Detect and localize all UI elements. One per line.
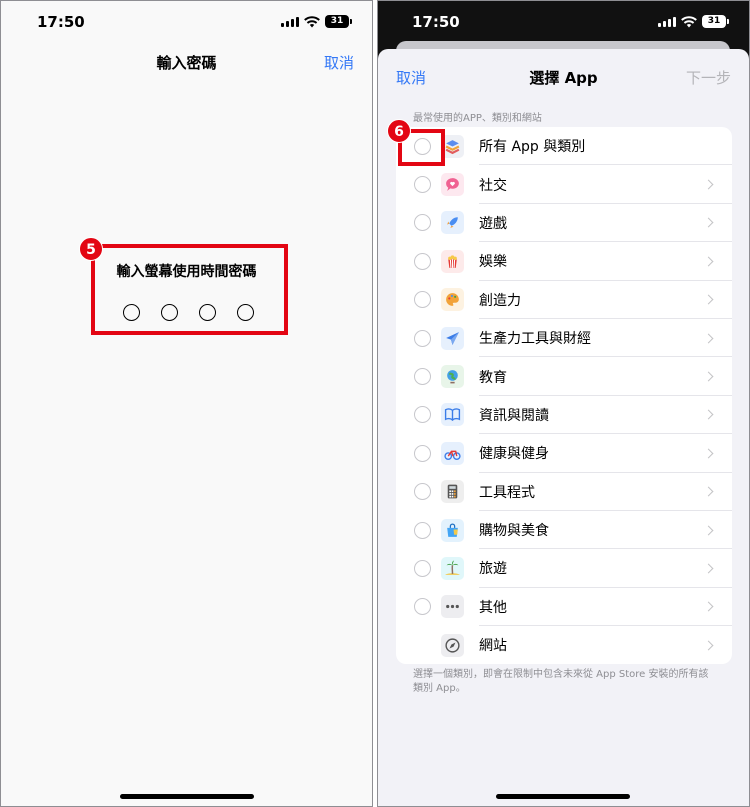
- wifi-icon: [304, 15, 320, 27]
- list-item[interactable]: 生產力工具與財經: [396, 319, 732, 358]
- chevron-right-icon: [703, 448, 714, 459]
- bicycle-icon: [441, 441, 464, 465]
- chevron-right-icon: [703, 333, 714, 344]
- radio-button[interactable]: [414, 406, 431, 424]
- cellular-signal-icon: [281, 16, 299, 27]
- list-item[interactable]: 娛樂: [396, 242, 732, 281]
- ellipsis-icon: [441, 595, 464, 619]
- list-item[interactable]: 社交: [396, 165, 732, 204]
- palette-icon: [441, 288, 464, 312]
- section-header: 最常使用的APP、類別和網站: [413, 113, 542, 124]
- chevron-right-icon: [703, 525, 714, 536]
- book-icon: [441, 403, 464, 427]
- list-item[interactable]: 網站: [396, 626, 732, 664]
- list-item[interactable]: 教育: [396, 357, 732, 396]
- calculator-icon: [441, 480, 464, 504]
- radio-button[interactable]: [414, 329, 431, 347]
- chevron-right-icon: [703, 294, 714, 305]
- chevron-right-icon: [703, 179, 714, 190]
- home-indicator[interactable]: [120, 794, 254, 799]
- passcode-screen: 17:50 31 輸入密碼 取消 5 輸入螢幕使用時間密碼: [0, 0, 373, 807]
- status-time: 17:50: [37, 13, 85, 31]
- globe-icon: [441, 365, 464, 389]
- status-bar: 17:50 31: [1, 1, 372, 45]
- passcode-dot: [123, 304, 140, 321]
- compass-icon: [441, 633, 464, 657]
- radio-button[interactable]: [414, 521, 431, 539]
- status-time: 17:50: [412, 13, 460, 31]
- chevron-right-icon: [703, 218, 714, 228]
- step-badge: 5: [79, 237, 103, 261]
- list-item[interactable]: 資訊與閱讀: [396, 396, 732, 435]
- chevron-right-icon: [703, 563, 714, 574]
- footer-note: 選擇一個類別，即會在限制中包含未來從 App Store 安裝的所有該類別 Ap…: [413, 669, 709, 694]
- list-item[interactable]: 其他: [396, 588, 732, 627]
- list-item[interactable]: 健康與健身: [396, 434, 732, 473]
- cancel-button[interactable]: 取消: [324, 52, 354, 73]
- list-item[interactable]: 工具程式: [396, 473, 732, 511]
- chevron-right-icon: [703, 371, 714, 382]
- radio-button[interactable]: [414, 559, 431, 577]
- radio-button[interactable]: [414, 214, 431, 232]
- chevron-right-icon: [703, 601, 714, 612]
- radio-button[interactable]: [414, 291, 431, 309]
- next-button[interactable]: 下一步: [686, 67, 731, 88]
- radio-button[interactable]: [414, 598, 431, 616]
- list-item[interactable]: 購物與美食: [396, 511, 732, 550]
- rocket-icon: [441, 211, 464, 235]
- choose-app-screen: 17:50 31 取消 選擇 App 下一步 最常使用的APP、類別和網站 所有…: [377, 0, 750, 807]
- home-indicator[interactable]: [496, 794, 630, 799]
- chevron-right-icon: [703, 256, 714, 267]
- radio-button[interactable]: [414, 483, 431, 501]
- paper-plane-icon: [441, 326, 464, 350]
- radio-button[interactable]: [414, 176, 431, 194]
- list-item[interactable]: 所有 App 與類別: [396, 127, 732, 166]
- radio-button[interactable]: [414, 444, 431, 462]
- list-item[interactable]: 旅遊: [396, 549, 732, 588]
- popcorn-icon: [441, 249, 464, 273]
- passcode-dot: [199, 304, 216, 321]
- wifi-icon: [681, 15, 697, 27]
- step-badge: 6: [387, 119, 411, 143]
- status-bar: 17:50 31: [378, 1, 749, 45]
- passcode-prompt: 輸入螢幕使用時間密碼: [116, 264, 257, 280]
- radio-button[interactable]: [414, 252, 431, 270]
- passcode-dot: [161, 304, 178, 321]
- passcode-dot: [237, 304, 254, 321]
- chevron-right-icon: [703, 640, 714, 651]
- highlight-box: [91, 244, 288, 335]
- radio-button[interactable]: [414, 368, 431, 386]
- battery-icon: 31: [325, 15, 352, 28]
- chevron-right-icon: [703, 409, 714, 420]
- chevron-right-icon: [703, 486, 714, 497]
- list-item[interactable]: 遊戲: [396, 204, 732, 243]
- cellular-signal-icon: [658, 16, 676, 27]
- battery-icon: 31: [702, 15, 729, 28]
- list-item[interactable]: 創造力: [396, 281, 732, 319]
- heart-bubble-icon: [441, 173, 464, 197]
- shopping-bag-icon: [441, 518, 464, 542]
- page-title: 輸入密碼: [156, 54, 217, 72]
- palm-tree-icon: [441, 556, 464, 580]
- category-list: 所有 App 與類別 社交 遊戲 娛樂 創造力 生產力工具與財經 教育 資訊與閱…: [396, 127, 732, 665]
- passcode-input[interactable]: [123, 304, 254, 321]
